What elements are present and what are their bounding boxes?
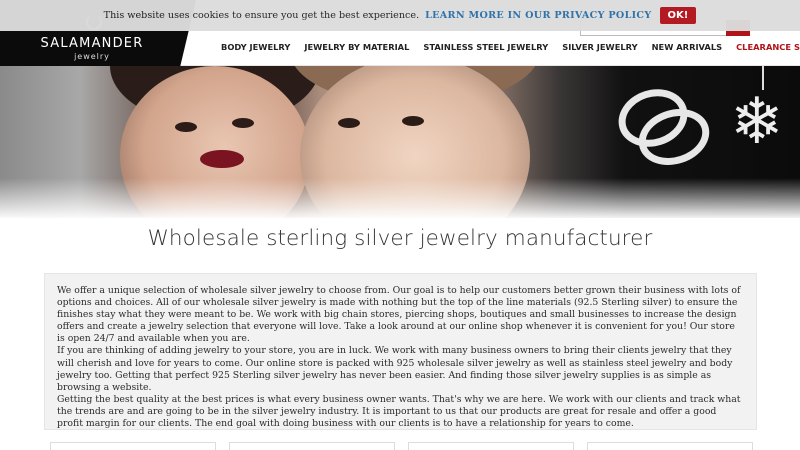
hero-model-lips xyxy=(200,150,244,168)
privacy-policy-link[interactable]: LEARN MORE IN OUR PRIVACY POLICY xyxy=(425,10,651,21)
nav-item-stainless-steel-jewelry[interactable]: STAINLESS STEEL JEWELRY xyxy=(416,42,555,52)
category-card[interactable] xyxy=(408,442,574,450)
hero-banner: ❄ xyxy=(0,66,800,218)
cookie-message: This website uses cookies to ensure you … xyxy=(103,10,420,21)
hero-model-eye xyxy=(232,118,254,128)
intro-paragraph: If you are thinking of adding jewelry to… xyxy=(57,345,733,393)
brand-subtitle: jewelry xyxy=(74,52,110,61)
nav-item-silver-jewelry[interactable]: SILVER JEWELRY xyxy=(555,42,644,52)
nav-item-new-arrivals[interactable]: NEW ARRIVALS xyxy=(645,42,729,52)
category-cards xyxy=(50,442,753,450)
page-title: Wholesale sterling silver jewelry manufa… xyxy=(147,226,653,251)
intro-paragraph: Getting the best quality at the best pri… xyxy=(57,393,741,430)
intro-paragraph: We offer a unique selection of wholesale… xyxy=(57,285,741,345)
intro-text-box: We offer a unique selection of wholesale… xyxy=(44,273,757,430)
main-nav: BODY JEWELRY JEWELRY BY MATERIAL STAINLE… xyxy=(214,42,800,52)
nav-item-jewelry-by-material[interactable]: JEWELRY BY MATERIAL xyxy=(297,42,416,52)
brand-name: SALAMANDER xyxy=(40,36,144,51)
snowflake-pendant-icon: ❄ xyxy=(730,85,784,159)
hero-model-eye xyxy=(175,122,197,132)
hero-model-eye xyxy=(338,118,360,128)
nav-item-clearance-sale[interactable]: CLEARANCE SALE xyxy=(729,42,800,52)
cookie-ok-button[interactable]: OK! xyxy=(659,7,697,24)
hero-fade xyxy=(0,178,800,218)
category-card[interactable] xyxy=(587,442,753,450)
hero-model-eye xyxy=(402,116,424,126)
cookie-consent-bar: This website uses cookies to ensure you … xyxy=(0,0,800,31)
category-card[interactable] xyxy=(229,442,395,450)
nav-item-body-jewelry[interactable]: BODY JEWELRY xyxy=(214,42,297,52)
category-card[interactable] xyxy=(50,442,216,450)
